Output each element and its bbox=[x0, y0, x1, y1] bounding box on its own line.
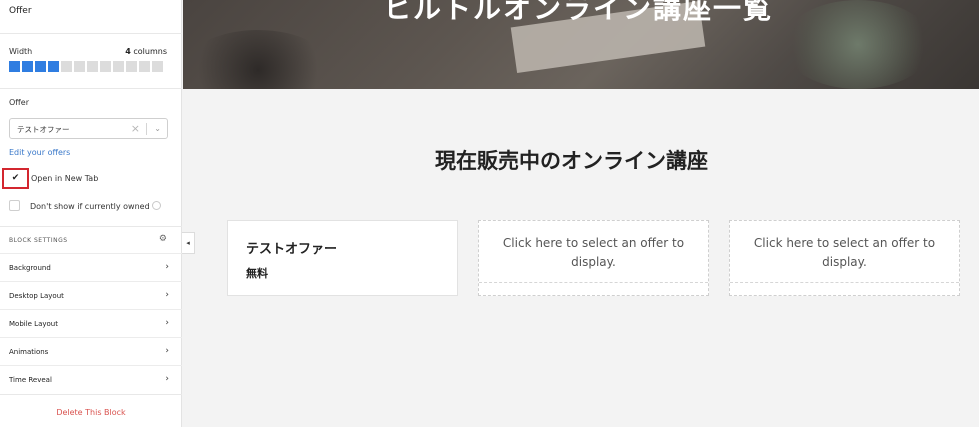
chevron-right-icon: › bbox=[165, 290, 169, 300]
chevron-right-icon: › bbox=[165, 318, 169, 328]
width-segment[interactable] bbox=[48, 61, 59, 72]
settings-menu-item[interactable]: Background › bbox=[0, 253, 182, 281]
settings-menu-label: Mobile Layout bbox=[9, 320, 58, 328]
settings-menu-label: Desktop Layout bbox=[9, 292, 64, 300]
hero-plant bbox=[783, 0, 933, 89]
offer-placeholder: Click here to select an offer to display… bbox=[502, 236, 685, 269]
width-segment[interactable] bbox=[35, 61, 46, 72]
offer-select[interactable]: テストオファー × ⌄ bbox=[9, 118, 168, 139]
settings-sidebar: Offer Width 4 columns Offer テストオファー × ⌄ … bbox=[0, 0, 182, 427]
edit-offers-link[interactable]: Edit your offers bbox=[9, 148, 70, 157]
empty-offer-slot[interactable]: Click here to select an offer to display… bbox=[729, 220, 960, 296]
width-segment[interactable] bbox=[113, 61, 124, 72]
settings-menu-item[interactable]: Desktop Layout › bbox=[0, 281, 182, 309]
width-value-unit: columns bbox=[133, 47, 167, 56]
open-new-tab-checkbox[interactable]: ✔ bbox=[10, 173, 21, 184]
offer-price: 無料 bbox=[246, 267, 268, 280]
dont-show-owned-checkbox[interactable] bbox=[9, 200, 20, 211]
open-new-tab-label: Open in New Tab bbox=[31, 174, 99, 183]
chevron-right-icon: › bbox=[165, 262, 169, 272]
width-segment[interactable] bbox=[139, 61, 150, 72]
width-segment[interactable] bbox=[126, 61, 137, 72]
hero-title: ヒルトルオンライン講座一覧 bbox=[383, 0, 774, 25]
block-settings-heading: BLOCK SETTINGS bbox=[9, 237, 68, 244]
settings-menu-label: Time Reveal bbox=[9, 376, 52, 384]
width-segment[interactable] bbox=[22, 61, 33, 72]
dont-show-owned-label: Don't show if currently owned bbox=[30, 202, 150, 211]
width-value: 4 columns bbox=[125, 47, 167, 56]
width-value-number: 4 bbox=[125, 47, 131, 56]
width-label: Width bbox=[9, 47, 33, 56]
offer-card[interactable]: テストオファー 無料 bbox=[227, 220, 458, 296]
chevron-right-icon: › bbox=[165, 374, 169, 384]
section-title: 現在販売中のオンライン講座 bbox=[435, 149, 708, 173]
settings-menu-item[interactable]: Mobile Layout › bbox=[0, 309, 182, 337]
chevron-right-icon: › bbox=[165, 346, 169, 356]
checkmark-icon: ✔ bbox=[11, 173, 20, 183]
width-segment[interactable] bbox=[74, 61, 85, 72]
delete-block-button[interactable]: Delete This Block bbox=[0, 408, 182, 417]
width-segment[interactable] bbox=[100, 61, 111, 72]
width-segment[interactable] bbox=[61, 61, 72, 72]
divider bbox=[0, 226, 182, 227]
width-slider[interactable] bbox=[9, 61, 163, 72]
sidebar-title: Offer bbox=[9, 6, 32, 16]
offer-select-value: テストオファー bbox=[17, 125, 70, 134]
width-segment[interactable] bbox=[9, 61, 20, 72]
slot-divider bbox=[479, 282, 708, 283]
select-separator bbox=[146, 123, 147, 135]
dont-show-owned-text: Don't show if currently owned bbox=[30, 201, 161, 211]
settings-menu-label: Background bbox=[9, 264, 51, 272]
divider bbox=[0, 394, 182, 395]
collapse-sidebar-button[interactable]: ◂ bbox=[182, 232, 195, 254]
settings-menu-item[interactable]: Time Reveal › bbox=[0, 365, 182, 393]
gear-icon[interactable]: ⚙ bbox=[159, 234, 167, 244]
offer-label: Offer bbox=[9, 98, 30, 107]
offer-name: テストオファー bbox=[246, 242, 338, 257]
divider bbox=[0, 88, 182, 89]
offer-placeholder: Click here to select an offer to display… bbox=[753, 236, 936, 269]
info-icon[interactable] bbox=[151, 201, 161, 210]
settings-menu-item[interactable]: Animations › bbox=[0, 337, 182, 365]
settings-menu-label: Animations bbox=[9, 348, 49, 356]
width-segment[interactable] bbox=[87, 61, 98, 72]
clear-icon[interactable]: × bbox=[131, 122, 140, 135]
divider bbox=[0, 33, 182, 34]
slot-divider bbox=[730, 282, 959, 283]
empty-offer-slot[interactable]: Click here to select an offer to display… bbox=[478, 220, 709, 296]
chevron-down-icon[interactable]: ⌄ bbox=[154, 124, 161, 133]
width-segment[interactable] bbox=[152, 61, 163, 72]
hero-shadow bbox=[183, 30, 333, 89]
